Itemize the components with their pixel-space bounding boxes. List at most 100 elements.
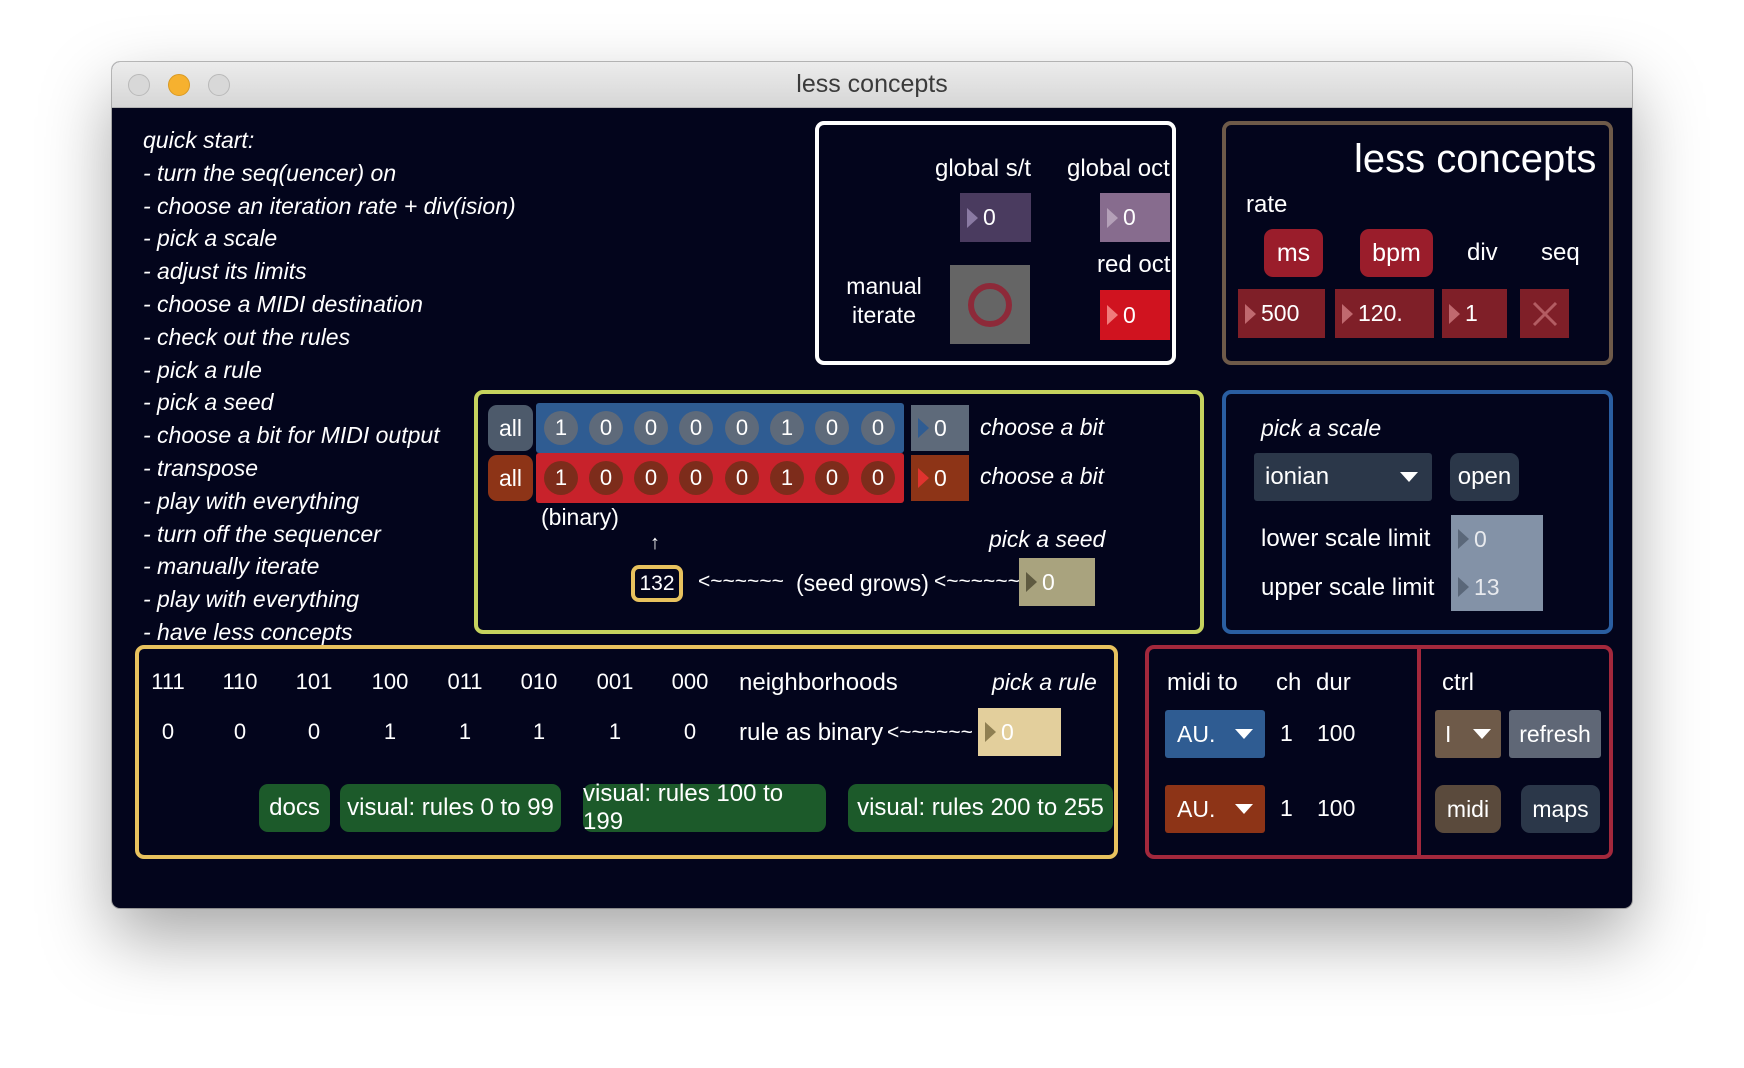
ctrl-dropdown[interactable]: I — [1435, 710, 1501, 758]
window-title: less concepts — [796, 70, 948, 98]
red-bit[interactable]: 0 — [861, 461, 895, 495]
midi-dest-red-value: AU. — [1177, 795, 1216, 822]
red-oct-number[interactable]: 0 — [1100, 290, 1170, 340]
blue-bit[interactable]: 0 — [679, 411, 713, 445]
global-st-number[interactable]: 0 — [960, 193, 1031, 242]
red-bit[interactable]: 1 — [770, 461, 804, 495]
global-oct-number[interactable]: 0 — [1100, 193, 1170, 242]
neighborhood-cell: 010 — [520, 669, 558, 694]
blue-bit[interactable]: 0 — [589, 411, 623, 445]
refresh-button[interactable]: refresh — [1509, 710, 1601, 758]
blue-bit[interactable]: 0 — [861, 411, 895, 445]
global-panel: global s/t global oct 0 0 manual iterate… — [815, 121, 1176, 365]
rate-panel: less concepts rate ms bpm div seq 500 12… — [1222, 121, 1613, 365]
midi-ch-red[interactable]: 1 — [1280, 795, 1293, 822]
docs-button[interactable]: docs — [259, 784, 330, 832]
visual-rules-100-199-button[interactable]: visual: rules 100 to 199 — [583, 780, 826, 835]
rule-number[interactable]: 0 — [978, 708, 1061, 756]
quick-start-heading: quick start: — [143, 127, 255, 153]
lower-limit-number[interactable]: 0 — [1451, 515, 1543, 563]
seq-toggle[interactable] — [1520, 289, 1569, 338]
blue-bit[interactable]: 0 — [815, 411, 849, 445]
all-red-label: all — [498, 464, 522, 491]
neighborhood-cell: 100 — [371, 669, 409, 694]
visual-rules-0-99-button[interactable]: visual: rules 0 to 99 — [340, 784, 561, 832]
choose-bit-label-blue: choose a bit — [980, 414, 1105, 440]
blue-bit[interactable]: 1 — [770, 411, 804, 445]
number-arrow-icon — [1107, 207, 1118, 228]
quick-start-item: - turn off the sequencer — [143, 520, 381, 547]
quick-start-item: - play with everything — [143, 586, 360, 613]
pick-seed-label: pick a seed — [989, 526, 1106, 552]
ctrl-dropdown-value: I — [1445, 720, 1452, 747]
chevron-down-icon — [1473, 729, 1491, 739]
red-bit[interactable]: 0 — [679, 461, 713, 495]
blue-bit-choice[interactable]: 0 — [911, 405, 969, 451]
red-bit-choice[interactable]: 0 — [911, 455, 969, 501]
all-blue-label: all — [498, 414, 522, 441]
seed-value: 0 — [1042, 568, 1055, 595]
seed-display: 132 — [631, 565, 683, 602]
app-window: less concepts quick start: - turn the se… — [112, 62, 1632, 908]
midi-ch-blue[interactable]: 1 — [1280, 720, 1293, 747]
manual-iterate-button[interactable] — [950, 265, 1030, 344]
seq-label: seq — [1541, 239, 1580, 266]
red-bit[interactable]: 0 — [634, 461, 668, 495]
red-bit[interactable]: 1 — [544, 461, 578, 495]
ms-button[interactable]: ms — [1264, 229, 1323, 277]
number-arrow-icon — [1107, 305, 1118, 325]
div-number[interactable]: 1 — [1442, 289, 1507, 338]
upper-limit-number[interactable]: 13 — [1451, 563, 1543, 611]
red-oct-label: red oct — [1097, 251, 1171, 278]
zoom-window-button[interactable] — [208, 74, 230, 96]
blue-bit[interactable]: 0 — [634, 411, 668, 445]
open-scale-button[interactable]: open — [1450, 453, 1519, 501]
all-blue-button[interactable]: all — [488, 405, 533, 451]
ms-number[interactable]: 500 — [1238, 289, 1325, 338]
quick-start-item: - turn the seq(uencer) on — [143, 159, 397, 186]
midi-label: midi — [1446, 795, 1490, 822]
midi-dest-blue-value: AU. — [1177, 720, 1216, 747]
neighborhood-cell: 110 — [222, 669, 258, 694]
blue-bit[interactable]: 0 — [725, 411, 759, 445]
bits-panel: all 1 0 0 0 0 1 0 0 0 choose a bit all 1… — [474, 390, 1204, 634]
ctrl-panel: ctrl I refresh midi maps — [1417, 645, 1613, 859]
red-bit[interactable]: 0 — [815, 461, 849, 495]
seed-number[interactable]: 0 — [1019, 558, 1095, 606]
maps-button[interactable]: maps — [1521, 785, 1600, 833]
chevron-down-icon — [1235, 804, 1253, 814]
midi-dur-red[interactable]: 100 — [1317, 795, 1355, 822]
close-window-button[interactable] — [128, 74, 150, 96]
lower-limit-label: lower scale limit — [1261, 525, 1431, 552]
red-bit[interactable]: 0 — [589, 461, 623, 495]
midi-button[interactable]: midi — [1435, 785, 1501, 833]
x-icon — [1532, 301, 1557, 326]
rule-arrow-left: <~~~~~~ — [887, 721, 973, 744]
rule-binary-cell: 1 — [532, 719, 546, 744]
visual-rules-200-255-button[interactable]: visual: rules 200 to 255 — [848, 784, 1113, 832]
quick-start-item: - check out the rules — [143, 323, 351, 350]
seed-display-value: 132 — [639, 571, 675, 595]
scale-dropdown[interactable]: ionian — [1254, 453, 1432, 501]
quick-start-item: - have less concepts — [143, 618, 353, 645]
patch-canvas: quick start: - turn the seq(uencer) on -… — [112, 108, 1632, 908]
arrow-up-icon: ↑ — [650, 532, 660, 554]
chevron-down-icon — [1400, 472, 1418, 482]
red-choice-value: 0 — [934, 464, 947, 491]
midi-dur-blue[interactable]: 100 — [1317, 720, 1355, 747]
quick-start-item: - manually iterate — [143, 553, 320, 580]
choose-bit-label-red: choose a bit — [980, 463, 1105, 489]
midi-dest-blue-dropdown[interactable]: AU. — [1165, 710, 1265, 758]
blue-bit[interactable]: 1 — [544, 411, 578, 445]
quick-start-item: - adjust its limits — [143, 258, 307, 285]
minimize-window-button[interactable] — [168, 74, 190, 96]
quick-start-item: - choose an iteration rate + div(ision) — [143, 192, 516, 219]
bpm-button[interactable]: bpm — [1360, 229, 1433, 277]
midi-dest-red-dropdown[interactable]: AU. — [1165, 785, 1265, 833]
red-bit[interactable]: 0 — [725, 461, 759, 495]
seed-arrow-left: <~~~~~~ — [698, 570, 784, 593]
all-red-button[interactable]: all — [488, 455, 533, 501]
div-label: div — [1467, 239, 1498, 266]
bpm-number[interactable]: 120. — [1335, 289, 1434, 338]
seed-arrow-right: <~~~~~~ — [934, 570, 1020, 593]
